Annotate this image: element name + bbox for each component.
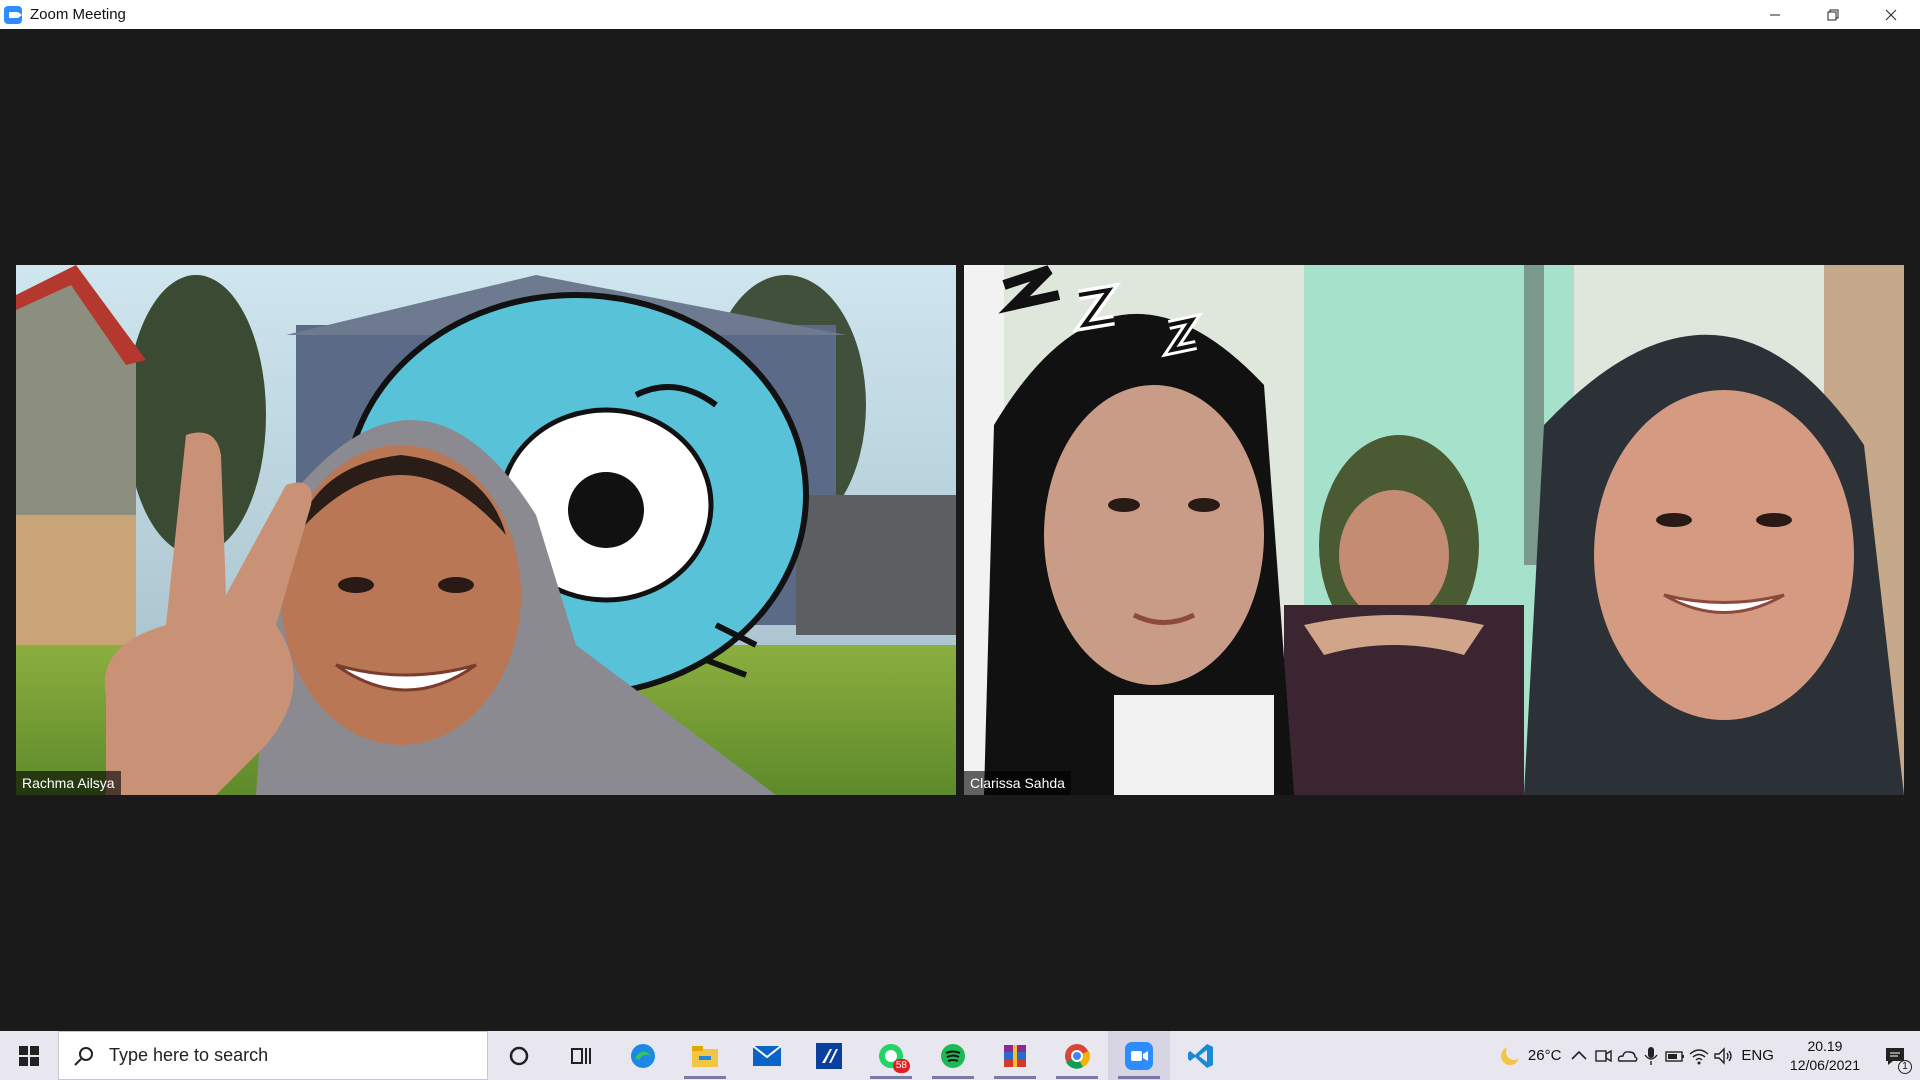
clock[interactable]: 20.19 12/06/2021 xyxy=(1780,1037,1870,1075)
zoom-button[interactable] xyxy=(1108,1031,1170,1080)
vscode-icon xyxy=(1188,1043,1213,1068)
minimize-button[interactable] xyxy=(1746,0,1804,29)
battery-icon[interactable] xyxy=(1663,1044,1687,1068)
volume-icon[interactable] xyxy=(1711,1044,1735,1068)
wifi-icon[interactable] xyxy=(1687,1044,1711,1068)
chrome-button[interactable] xyxy=(1046,1031,1108,1080)
mail-button[interactable] xyxy=(736,1031,798,1080)
system-tray: 26°C ENG 20.19 12/06/2021 1 xyxy=(1498,1031,1920,1080)
action-center-button[interactable]: 1 xyxy=(1870,1031,1920,1080)
clock-time: 20.19 xyxy=(1807,1037,1843,1054)
edge-icon xyxy=(631,1043,655,1068)
participant-name-tag: Rachma Ailsya xyxy=(16,771,121,795)
spotify-icon xyxy=(941,1043,965,1068)
start-button[interactable] xyxy=(0,1031,58,1080)
search-placeholder: Type here to search xyxy=(109,1045,269,1065)
task-view-icon xyxy=(571,1047,591,1064)
meeting-stage: Rachma Ailsya Clarissa Sahda xyxy=(0,29,1920,1031)
zoom-app-icon xyxy=(4,5,22,24)
taskbar: Type here to search 58 26°C ENG 20.19 12… xyxy=(0,1031,1920,1080)
video-tile-1[interactable]: Rachma Ailsya xyxy=(16,265,956,795)
mail-icon xyxy=(752,1044,782,1066)
cortana-icon xyxy=(509,1046,529,1065)
file-explorer-button[interactable] xyxy=(674,1031,736,1080)
participant-name-tag: Clarissa Sahda xyxy=(964,771,1071,795)
window-title: Zoom Meeting xyxy=(30,6,126,23)
chrome-icon xyxy=(1065,1043,1091,1069)
windows-icon xyxy=(19,1045,39,1066)
onedrive-icon[interactable] xyxy=(1615,1044,1639,1068)
notification-count: 1 xyxy=(1898,1060,1912,1074)
cortana-button[interactable] xyxy=(488,1031,550,1080)
vscode-button[interactable] xyxy=(1170,1031,1232,1080)
chevron-up-icon[interactable] xyxy=(1567,1044,1591,1068)
whatsapp-button[interactable]: 58 xyxy=(860,1031,922,1080)
zoom-icon xyxy=(1125,1041,1153,1070)
task-view-button[interactable] xyxy=(550,1031,612,1080)
clock-date: 12/06/2021 xyxy=(1789,1056,1860,1073)
winrar-button[interactable] xyxy=(984,1031,1046,1080)
participant-video-1 xyxy=(16,265,956,795)
language-indicator[interactable]: ENG xyxy=(1735,1047,1780,1064)
file-explorer-icon xyxy=(692,1045,718,1067)
weather-temperature[interactable]: 26°C xyxy=(1522,1047,1568,1064)
restore-button[interactable] xyxy=(1804,0,1862,29)
edge-button[interactable] xyxy=(612,1031,674,1080)
microphone-icon[interactable] xyxy=(1639,1044,1663,1068)
spotify-button[interactable] xyxy=(922,1031,984,1080)
app-button[interactable] xyxy=(798,1031,860,1080)
app-icon xyxy=(816,1042,842,1069)
close-button[interactable] xyxy=(1862,0,1920,29)
participant-video-2 xyxy=(964,265,1904,795)
search-icon xyxy=(74,1046,93,1066)
weather-moon-icon[interactable] xyxy=(1498,1043,1522,1068)
notification-badge: 58 xyxy=(892,1059,910,1073)
taskbar-search-box[interactable]: Type here to search xyxy=(58,1031,488,1080)
winrar-icon xyxy=(1004,1044,1026,1067)
meet-now-icon[interactable] xyxy=(1591,1044,1615,1068)
video-tile-2[interactable]: Clarissa Sahda xyxy=(964,265,1904,795)
title-bar: Zoom Meeting xyxy=(0,0,1920,29)
